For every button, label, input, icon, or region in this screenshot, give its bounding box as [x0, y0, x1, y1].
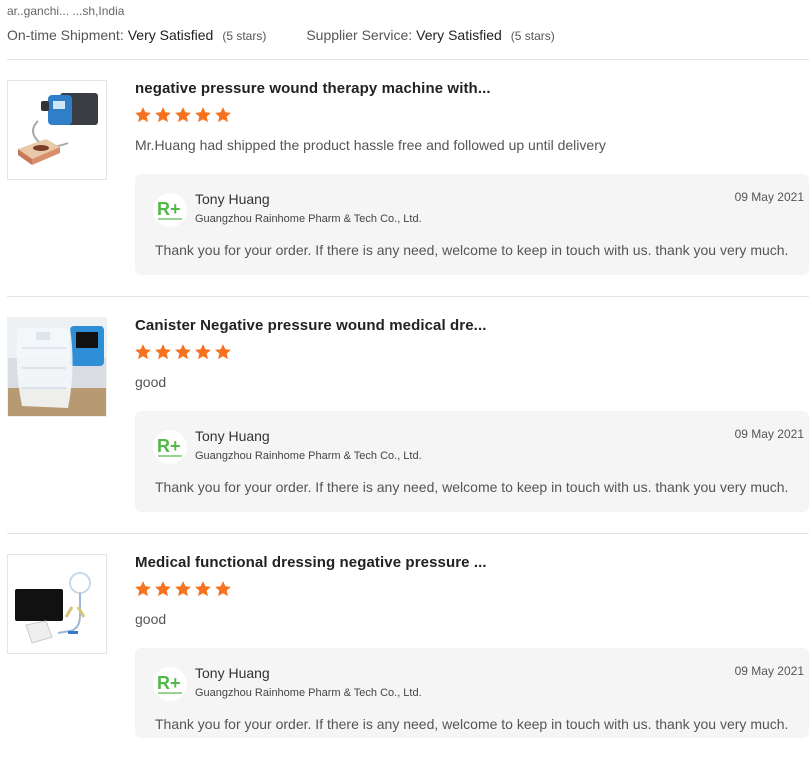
- star-icon: [194, 580, 214, 598]
- review-item: negative pressure wound therapy machine …: [0, 60, 809, 296]
- review-text: good: [135, 374, 167, 390]
- ontime-stars: (5 stars): [222, 29, 267, 43]
- star-icon: [154, 106, 174, 124]
- reply-company: Guangzhou Rainhome Pharm & Tech Co., Ltd…: [195, 213, 422, 225]
- star-icon: [174, 580, 194, 598]
- product-title[interactable]: negative pressure wound therapy machine …: [135, 80, 491, 97]
- svg-text:R+: R+: [157, 673, 181, 693]
- supplier-reply: R+ Tony Huang Guangzhou Rainhome Pharm &…: [135, 648, 809, 738]
- star-rating: [134, 343, 234, 361]
- star-rating: [134, 106, 234, 124]
- supplier-logo-icon: R+: [153, 667, 187, 701]
- svg-text:R+: R+: [157, 436, 181, 456]
- reply-company: Guangzhou Rainhome Pharm & Tech Co., Ltd…: [195, 450, 422, 462]
- supplier-reply: R+ Tony Huang Guangzhou Rainhome Pharm &…: [135, 411, 809, 512]
- star-icon: [154, 343, 174, 361]
- star-icon: [174, 106, 194, 124]
- reply-message: Thank you for your order. If there is an…: [155, 716, 789, 732]
- product-title[interactable]: Medical functional dressing negative pre…: [135, 554, 487, 571]
- supplier-logo-icon: R+: [153, 430, 187, 464]
- reply-date: 09 May 2021: [734, 190, 804, 204]
- reply-message: Thank you for your order. If there is an…: [155, 479, 789, 495]
- svg-text:R+: R+: [157, 199, 181, 219]
- reply-author-name: Tony Huang: [195, 428, 270, 444]
- reply-author-name: Tony Huang: [195, 191, 270, 207]
- reply-date: 09 May 2021: [734, 664, 804, 678]
- star-rating: [134, 580, 234, 598]
- product-thumbnail[interactable]: [7, 317, 107, 417]
- service-label: Supplier Service:: [306, 27, 413, 43]
- star-icon: [134, 580, 154, 598]
- review-text: good: [135, 611, 167, 627]
- reply-message: Thank you for your order. If there is an…: [155, 242, 789, 258]
- supplier-logo-icon: R+: [153, 193, 187, 227]
- reply-company: Guangzhou Rainhome Pharm & Tech Co., Ltd…: [195, 687, 422, 699]
- reply-date: 09 May 2021: [734, 427, 804, 441]
- star-icon: [134, 343, 154, 361]
- product-thumbnail[interactable]: [7, 554, 107, 654]
- star-icon: [154, 580, 174, 598]
- service-value: Very Satisfied: [416, 27, 502, 43]
- ontime-shipment-rating: On-time Shipment: Very Satisfied (5 star…: [7, 27, 266, 43]
- supplier-service-rating: Supplier Service: Very Satisfied (5 star…: [306, 27, 554, 43]
- star-icon: [194, 343, 214, 361]
- buyer-location: ar..ganchi... ...sh,India: [7, 4, 125, 18]
- ontime-value: Very Satisfied: [127, 27, 214, 43]
- review-text: Mr.Huang had shipped the product hassle …: [135, 137, 606, 153]
- service-stars: (5 stars): [510, 29, 555, 43]
- supplier-ratings: On-time Shipment: Very Satisfied (5 star…: [7, 27, 555, 43]
- star-icon: [214, 106, 234, 124]
- star-icon: [214, 580, 234, 598]
- ontime-label: On-time Shipment:: [7, 27, 124, 43]
- review-item: Medical functional dressing negative pre…: [0, 534, 809, 770]
- reply-author-name: Tony Huang: [195, 665, 270, 681]
- star-icon: [194, 106, 214, 124]
- product-title[interactable]: Canister Negative pressure wound medical…: [135, 317, 486, 334]
- product-thumbnail[interactable]: [7, 80, 107, 180]
- review-item: Canister Negative pressure wound medical…: [0, 297, 809, 533]
- star-icon: [174, 343, 194, 361]
- star-icon: [214, 343, 234, 361]
- star-icon: [134, 106, 154, 124]
- supplier-reply: R+ Tony Huang Guangzhou Rainhome Pharm &…: [135, 174, 809, 275]
